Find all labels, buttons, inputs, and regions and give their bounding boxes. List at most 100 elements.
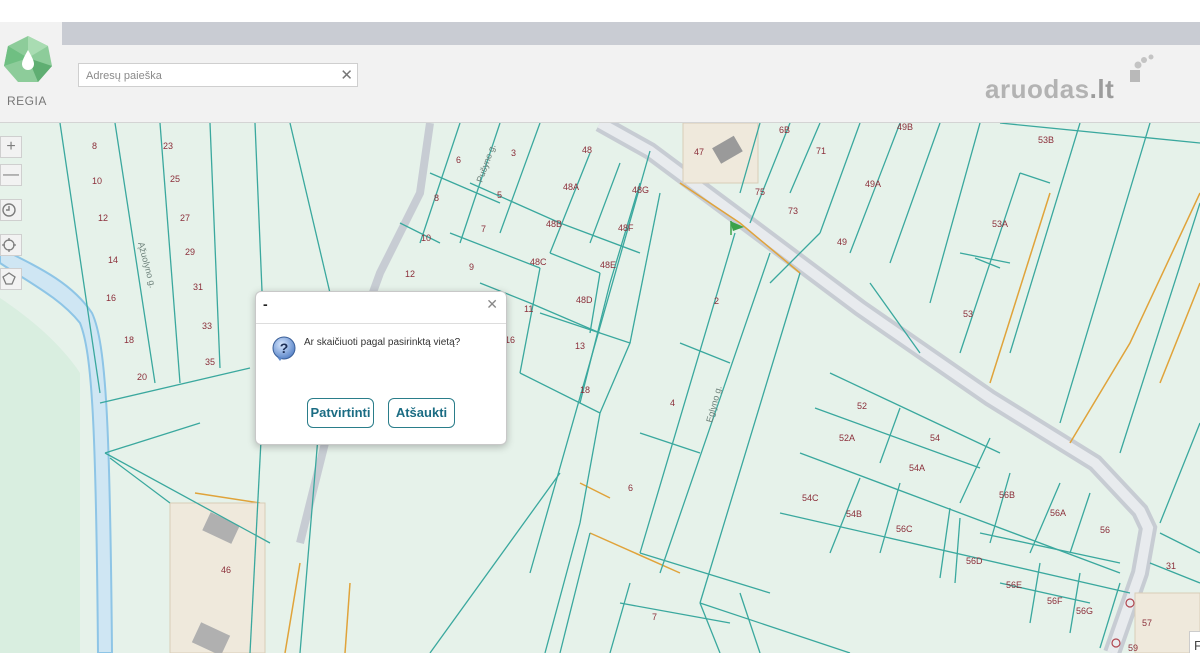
- logo-text: REGIA: [7, 94, 47, 108]
- lot-label: 46: [221, 565, 231, 575]
- lot-label: 49B: [897, 123, 913, 132]
- history-button[interactable]: [0, 199, 22, 221]
- lot-label: 7: [652, 612, 657, 622]
- lot-label: 31: [1166, 561, 1176, 571]
- lot-label: 33: [202, 321, 212, 331]
- lot-label: 56B: [999, 490, 1015, 500]
- lot-label: 75: [755, 187, 765, 197]
- lot-label: 54C: [802, 493, 819, 503]
- lot-label: 48A: [563, 182, 579, 192]
- brand-suffix: .lt: [1089, 74, 1115, 104]
- lot-label: 12: [98, 213, 108, 223]
- meadow: [0, 298, 80, 653]
- lot-label: 48: [582, 145, 592, 155]
- lot-label: 10: [421, 233, 431, 243]
- lot-label: 3: [511, 148, 516, 158]
- lot-label: 29: [185, 247, 195, 257]
- lot-label: 12: [405, 269, 415, 279]
- header: REGIA ✕ aruodas.lt: [0, 22, 1200, 123]
- lot-label: 25: [170, 174, 180, 184]
- zoom-out-button[interactable]: —: [0, 164, 22, 186]
- lot-label: 56D: [966, 556, 983, 566]
- top-bar: [62, 22, 1200, 45]
- lot-label: 7: [481, 224, 486, 234]
- locate-button[interactable]: [0, 234, 22, 256]
- lot-label: 6: [456, 155, 461, 165]
- lot-label: 48C: [530, 257, 547, 267]
- lot-label: 54A: [909, 463, 925, 473]
- side-panel-tab[interactable]: F: [1189, 631, 1200, 653]
- lot-label: 18: [580, 385, 590, 395]
- street-eglyno: Eglyno g.: [704, 385, 723, 424]
- lot-label: 14: [108, 255, 118, 265]
- lot-label: 49A: [865, 179, 881, 189]
- lot-label: 10: [92, 176, 102, 186]
- lot-label: 18: [124, 335, 134, 345]
- lot-label: 13: [575, 341, 585, 351]
- confirm-button[interactable]: Patvirtinti: [307, 398, 374, 428]
- lot-label: 71: [816, 146, 826, 156]
- lot-label: 16: [106, 293, 116, 303]
- lot-label: 53: [963, 309, 973, 319]
- lot-label: 53A: [992, 219, 1008, 229]
- lot-label: 8: [92, 141, 97, 151]
- dialog-message: Ar skaičiuoti pagal pasirinktą vietą?: [304, 337, 461, 348]
- brand-text: aruodas: [985, 74, 1090, 104]
- lot-label: 48G: [632, 185, 649, 195]
- main-road-surface: [597, 123, 1154, 653]
- lot-label: 6B: [779, 125, 790, 135]
- lot-label: 56E: [1006, 580, 1022, 590]
- lot-label: 2: [714, 296, 719, 306]
- lot-label: 48E: [600, 260, 616, 270]
- confirm-dialog: - ✕ ? Ar skaičiuoti pagal pasirinktą vie…: [255, 291, 507, 445]
- dialog-title: -: [263, 296, 268, 312]
- lot-label: 35: [205, 357, 215, 367]
- lot-label: 57: [1142, 618, 1152, 628]
- lot-label: 8: [434, 193, 439, 203]
- aruodas-brand[interactable]: aruodas.lt: [985, 74, 1114, 105]
- search-input[interactable]: [84, 65, 338, 87]
- street-pusyno: Pušyno g.: [474, 143, 497, 184]
- lot-label: 20: [137, 372, 147, 382]
- lot-label: 54: [930, 433, 940, 443]
- main-road: [595, 123, 1158, 653]
- lot-label: 6: [628, 483, 633, 493]
- lot-label: 56A: [1050, 508, 1066, 518]
- draw-polygon-button[interactable]: [0, 268, 22, 290]
- dialog-close-icon[interactable]: ✕: [486, 296, 498, 313]
- house-chimney-icon: [1130, 54, 1154, 82]
- lot-label: 48D: [576, 295, 593, 305]
- regia-logo[interactable]: REGIA: [0, 24, 56, 112]
- regia-logo-icon: [4, 36, 52, 82]
- lot-label: 53B: [1038, 135, 1054, 145]
- lot-label: 11: [524, 304, 533, 314]
- lot-label: 54B: [846, 509, 862, 519]
- lot-label: 5: [497, 190, 502, 200]
- polygon-icon: [2, 272, 16, 285]
- lot-label: 9: [469, 262, 474, 272]
- lot-label: 27: [180, 213, 190, 223]
- cancel-button[interactable]: Atšaukti: [388, 398, 455, 428]
- question-icon: ?: [272, 336, 296, 361]
- lot-label: 73: [788, 206, 798, 216]
- lot-label: 31: [193, 282, 203, 292]
- lot-label: 48F: [618, 223, 634, 233]
- lot-label: 56G: [1076, 606, 1093, 616]
- lot-label: 4: [670, 398, 675, 408]
- app-window: REGIA ✕ aruodas.lt: [0, 0, 1200, 653]
- zoom-in-button[interactable]: +: [0, 136, 22, 158]
- dialog-divider: [256, 323, 506, 324]
- address-search: ✕: [78, 63, 358, 87]
- lot-label: 56F: [1047, 596, 1063, 606]
- cadastral-map[interactable]: Ąžuolyno g. Pušyno g. Eglyno g. 8 10 12 …: [0, 123, 1200, 653]
- lot-label: 52: [857, 401, 867, 411]
- lot-label: 56: [1100, 525, 1110, 535]
- lot-label: 49: [837, 237, 847, 247]
- lot-label: 56C: [896, 524, 913, 534]
- map-canvas: Ąžuolyno g. Pušyno g. Eglyno g. 8 10 12 …: [0, 123, 1200, 653]
- lot-label: 48B: [546, 219, 562, 229]
- lot-label: 23: [163, 141, 173, 151]
- lot-label: 59: [1128, 643, 1138, 653]
- clear-search-icon[interactable]: ✕: [340, 66, 353, 84]
- lot-label: 47: [694, 147, 704, 157]
